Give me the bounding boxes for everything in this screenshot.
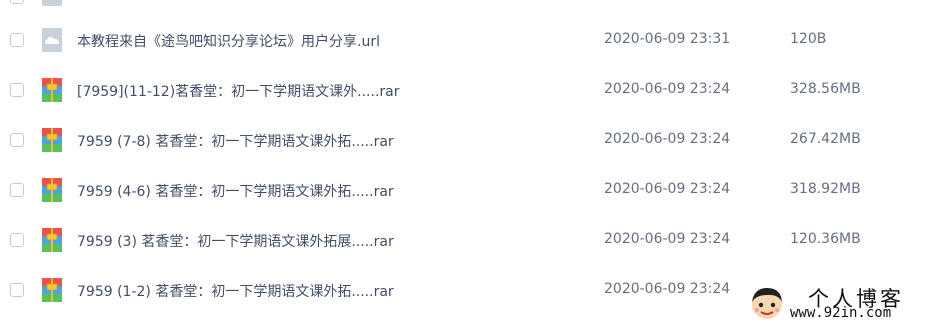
row-checkbox[interactable]	[10, 83, 24, 97]
file-size: 318.92MB	[790, 181, 861, 197]
avatar-icon	[752, 288, 782, 319]
file-name[interactable]: [7959](11-12)茗香堂：初一下学期语文课外.....rar	[77, 81, 400, 101]
row-checkbox[interactable]	[10, 283, 24, 297]
row-checkbox[interactable]	[10, 133, 24, 147]
file-row[interactable]: 7959 (3) 茗香堂：初一下学期语文课外拓展.....rar 2020-06…	[0, 216, 943, 266]
file-name[interactable]: 7959 (3) 茗香堂：初一下学期语文课外拓展.....rar	[77, 231, 394, 251]
file-size: 120B	[790, 31, 827, 47]
rar-archive-icon	[42, 228, 62, 252]
file-row[interactable]: 7959 (7-8) 茗香堂：初一下学期语文课外拓.....rar 2020-0…	[0, 116, 943, 166]
file-row[interactable]: 7959 (4-6) 茗香堂：初一下学期语文课外拓.....rar 2020-0…	[0, 166, 943, 216]
rar-archive-icon	[42, 78, 62, 102]
cloud-file-icon	[42, 28, 62, 52]
file-name[interactable]: 本教程来自《途鸟吧知识分享论坛》用户分享.url	[77, 31, 380, 51]
file-name[interactable]: 7959 (7-8) 茗香堂：初一下学期语文课外拓.....rar	[77, 131, 394, 151]
file-row[interactable]: [7959](11-12)茗香堂：初一下学期语文课外.....rar 2020-…	[0, 66, 943, 116]
file-icon	[42, 0, 62, 6]
file-date: 2020-06-09 23:24	[604, 81, 731, 97]
file-date: 2020-06-09 23:24	[604, 181, 731, 197]
file-name[interactable]: 7959 (1-2) 茗香堂：初一下学期语文课外拓.....rar	[77, 281, 394, 301]
file-name[interactable]: 7959 (4-6) 茗香堂：初一下学期语文课外拓.....rar	[77, 181, 394, 201]
file-date: 2020-06-09 23:24	[604, 231, 731, 247]
file-size: 328.56MB	[790, 81, 861, 97]
file-date: 2020-06-09 23:31	[604, 31, 731, 47]
row-checkbox[interactable]	[10, 33, 24, 47]
file-size: 267.42MB	[790, 131, 861, 147]
row-checkbox[interactable]	[10, 233, 24, 247]
rar-archive-icon	[42, 178, 62, 202]
file-date: 2020-06-09 23:24	[604, 281, 731, 297]
rar-archive-icon	[42, 128, 62, 152]
watermark: 个人博客 www.92in.com	[748, 283, 943, 324]
file-date: 2020-06-09 23:24	[604, 131, 731, 147]
row-checkbox[interactable]	[10, 0, 24, 4]
file-row[interactable]: 本教程来自《途鸟吧知识分享论坛》用户分享.url 2020-06-09 23:3…	[0, 16, 943, 66]
file-size: 120.36MB	[790, 231, 861, 247]
watermark-url: www.92in.com	[790, 305, 892, 321]
row-checkbox[interactable]	[10, 183, 24, 197]
rar-archive-icon	[42, 278, 62, 302]
